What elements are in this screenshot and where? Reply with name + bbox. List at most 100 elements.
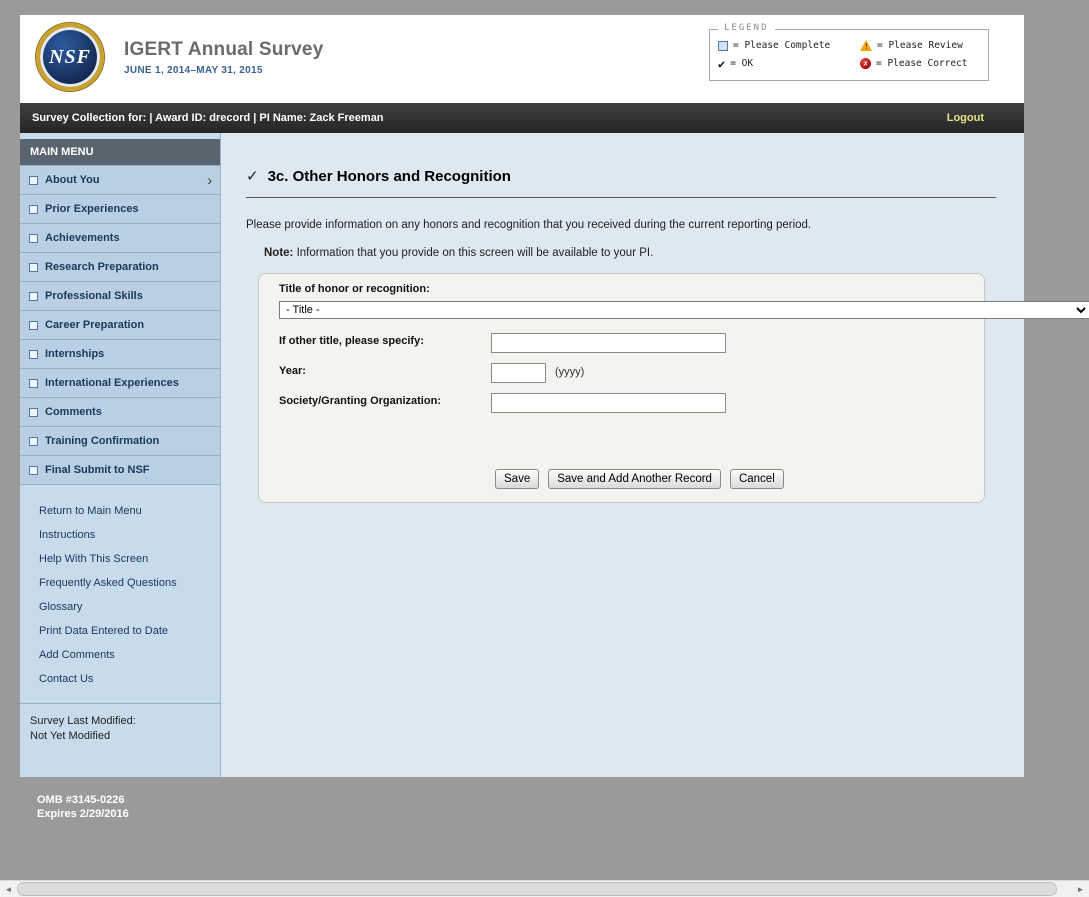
main-menu-header: MAIN MENU <box>20 139 220 166</box>
legend-grid: = Please Complete ! = Please Review ✔ = … <box>710 30 988 69</box>
status-checkbox-icon <box>29 408 38 417</box>
note-label: Note: <box>264 247 293 259</box>
legend-item-complete: = Please Complete <box>718 40 860 51</box>
title-of-honor-label: Title of honor or recognition: <box>279 283 430 295</box>
year-format-hint: (yyyy) <box>555 366 584 378</box>
omb-footer: OMB #3145-0226 Expires 2/29/2016 <box>37 793 129 821</box>
complete-check-icon: ✓ <box>246 168 259 185</box>
year-label: Year: <box>279 365 306 377</box>
collection-bar: Survey Collection for: | Award ID: dreco… <box>20 103 1024 133</box>
form-buttons: Save Save and Add Another Record Cancel <box>495 469 784 489</box>
sidebar-item-research-preparation[interactable]: Research Preparation <box>20 253 220 282</box>
legend-label: LEGEND <box>718 23 775 33</box>
sidebar-item-label: Internships <box>45 348 212 360</box>
scroll-right-arrow-icon[interactable]: ► <box>1072 881 1089 897</box>
year-input[interactable] <box>491 363 546 383</box>
sidebar-item-international-experiences[interactable]: International Experiences <box>20 369 220 398</box>
page-header: NSF IGERT Annual Survey JUNE 1, 2014–MAY… <box>20 15 1024 103</box>
other-title-input[interactable] <box>491 333 726 353</box>
sidebar-item-label: Career Preparation <box>45 319 212 331</box>
status-checkbox-icon <box>29 437 38 446</box>
legend-item-ok: ✔ = OK <box>718 58 860 69</box>
review-warning-icon: ! <box>860 40 872 51</box>
status-checkbox-icon <box>29 292 38 301</box>
correct-error-icon: ✗ <box>860 58 871 69</box>
status-checkbox-icon <box>29 263 38 272</box>
sidebar-item-training-confirmation[interactable]: Training Confirmation <box>20 427 220 456</box>
link-return-main-menu[interactable]: Return to Main Menu <box>20 499 220 523</box>
link-glossary[interactable]: Glossary <box>20 595 220 619</box>
link-contact-us[interactable]: Contact Us <box>20 667 220 691</box>
intro-text: Please provide information on any honors… <box>246 219 811 231</box>
sidebar-item-label: Research Preparation <box>45 261 212 273</box>
link-print-data[interactable]: Print Data Entered to Date <box>20 619 220 643</box>
logout-link[interactable]: Logout <box>947 112 984 124</box>
omb-expires: Expires 2/29/2016 <box>37 807 129 821</box>
scroll-left-arrow-icon[interactable]: ◄ <box>0 881 17 897</box>
page-title-text: 3c. Other Honors and Recognition <box>268 168 511 185</box>
link-help-screen[interactable]: Help With This Screen <box>20 547 220 571</box>
legend-item-correct: ✗ = Please Correct <box>860 58 984 69</box>
link-add-comments[interactable]: Add Comments <box>20 643 220 667</box>
status-checkbox-icon <box>29 205 38 214</box>
honor-title-select[interactable]: - Title - <box>279 301 1089 319</box>
link-instructions[interactable]: Instructions <box>20 523 220 547</box>
ok-check-icon: ✔ <box>718 59 725 69</box>
save-button[interactable]: Save <box>495 469 539 489</box>
sidebar-item-about-you[interactable]: About You › <box>20 166 220 195</box>
honor-form: Title of honor or recognition: - Title -… <box>258 273 985 503</box>
save-add-another-button[interactable]: Save and Add Another Record <box>548 469 721 489</box>
organization-input[interactable] <box>491 393 726 413</box>
app-title: IGERT Annual Survey <box>124 39 323 61</box>
legend-item-text: = Please Review <box>877 40 963 51</box>
sidebar-links: Return to Main Menu Instructions Help Wi… <box>20 485 220 691</box>
status-checkbox-icon <box>29 234 38 243</box>
title-block: IGERT Annual Survey JUNE 1, 2014–MAY 31,… <box>124 39 323 76</box>
nsf-logo-text: NSF <box>49 46 91 69</box>
status-checkbox-icon <box>29 466 38 475</box>
sidebar-item-label: About You <box>45 174 207 186</box>
sidebar-item-label: Comments <box>45 406 212 418</box>
legend-item-text: = OK <box>730 58 753 69</box>
content-row: MAIN MENU About You › Prior Experiences … <box>20 133 1024 777</box>
title-divider <box>246 197 996 198</box>
omb-number: OMB #3145-0226 <box>37 793 129 807</box>
sidebar-item-achievements[interactable]: Achievements <box>20 224 220 253</box>
status-checkbox-icon <box>29 350 38 359</box>
legend-box: LEGEND = Please Complete ! = Please Revi… <box>709 29 989 81</box>
status-checkbox-icon <box>29 321 38 330</box>
sidebar-item-label: Prior Experiences <box>45 203 212 215</box>
link-faq[interactable]: Frequently Asked Questions <box>20 571 220 595</box>
legend-item-review: ! = Please Review <box>860 40 984 51</box>
sidebar-item-final-submit[interactable]: Final Submit to NSF <box>20 456 220 485</box>
collection-info: Survey Collection for: | Award ID: dreco… <box>32 112 384 124</box>
sidebar-item-comments[interactable]: Comments <box>20 398 220 427</box>
organization-label: Society/Granting Organization: <box>279 395 441 407</box>
sidebar-item-label: International Experiences <box>45 377 212 389</box>
legend-item-text: = Please Complete <box>733 40 830 51</box>
sidebar-item-professional-skills[interactable]: Professional Skills <box>20 282 220 311</box>
other-title-label: If other title, please specify: <box>279 335 424 347</box>
page-container: NSF IGERT Annual Survey JUNE 1, 2014–MAY… <box>20 15 1024 777</box>
sidebar-item-prior-experiences[interactable]: Prior Experiences <box>20 195 220 224</box>
survey-date-range: JUNE 1, 2014–MAY 31, 2015 <box>124 65 323 76</box>
nsf-logo: NSF <box>36 23 104 91</box>
last-modified-label: Survey Last Modified: <box>30 714 210 729</box>
scrollbar-thumb[interactable] <box>17 882 1057 896</box>
sidebar-item-career-preparation[interactable]: Career Preparation <box>20 311 220 340</box>
sidebar-item-internships[interactable]: Internships <box>20 340 220 369</box>
sidebar-item-label: Final Submit to NSF <box>45 464 212 476</box>
chevron-right-icon: › <box>207 175 212 185</box>
horizontal-scrollbar[interactable]: ◄ ► <box>0 880 1089 897</box>
sidebar-item-label: Training Confirmation <box>45 435 212 447</box>
last-modified-value: Not Yet Modified <box>30 729 210 744</box>
page-title: ✓ 3c. Other Honors and Recognition <box>246 167 511 185</box>
cancel-button[interactable]: Cancel <box>730 469 784 489</box>
legend-item-text: = Please Correct <box>876 58 968 69</box>
sidebar-item-label: Achievements <box>45 232 212 244</box>
status-checkbox-icon <box>29 379 38 388</box>
complete-checkbox-icon <box>718 41 728 51</box>
sidebar: MAIN MENU About You › Prior Experiences … <box>20 133 221 777</box>
main-content: ✓ 3c. Other Honors and Recognition Please… <box>221 133 1024 777</box>
note-body: Information that you provide on this scr… <box>293 247 653 259</box>
